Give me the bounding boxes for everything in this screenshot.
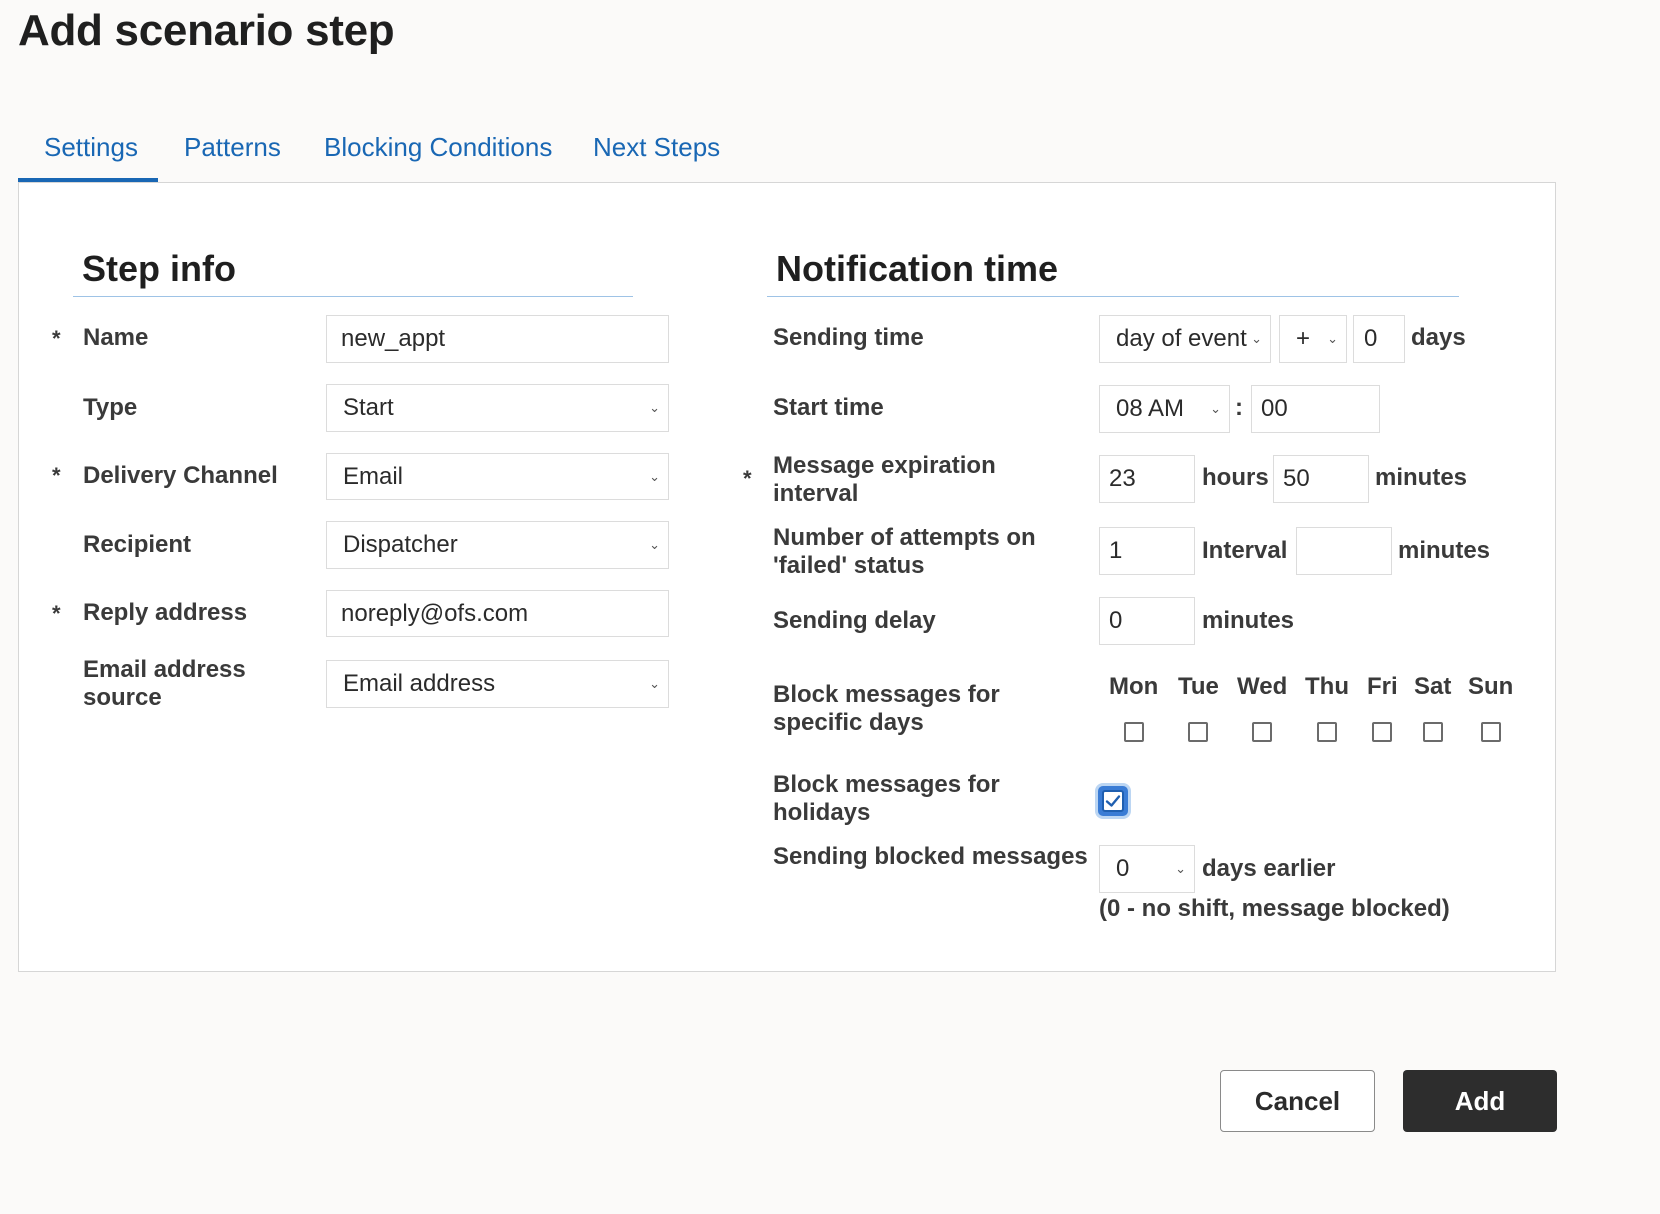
interval-unit: minutes	[1398, 537, 1491, 564]
step-info-divider	[73, 296, 633, 297]
type-label: Type	[83, 394, 138, 421]
expiration-label: Message expiration interval	[773, 452, 996, 508]
sending-time-label: Sending time	[773, 324, 924, 351]
sending-time-unit: days	[1411, 324, 1466, 351]
block-holidays-label-line1: Block messages for	[773, 771, 1000, 798]
delivery-channel-value: Email	[343, 462, 404, 490]
expiration-hours-input[interactable]	[1099, 455, 1195, 503]
chevron-down-icon: ⌄	[649, 468, 660, 484]
tab-settings[interactable]: Settings	[44, 132, 138, 163]
sending-time-base-select[interactable]: day of event ⌄	[1099, 315, 1271, 363]
expiration-minutes-unit: minutes	[1375, 464, 1468, 491]
sending-time-sign-select[interactable]: + ⌄	[1279, 315, 1347, 363]
interval-input[interactable]	[1296, 527, 1392, 575]
name-input[interactable]	[326, 315, 669, 363]
sending-delay-input[interactable]	[1099, 597, 1195, 645]
sending-time-sign-value: +	[1296, 325, 1311, 352]
attempts-input[interactable]	[1099, 527, 1195, 575]
required-marker: *	[52, 601, 61, 626]
tab-blocking-conditions[interactable]: Blocking Conditions	[324, 132, 552, 163]
page-title: Add scenario step	[18, 6, 395, 55]
delivery-channel-select[interactable]: Email ⌄	[326, 453, 669, 500]
block-days-label-line2: specific days	[773, 709, 924, 736]
block-days-label: Block messages for specific days	[773, 681, 1000, 737]
sending-delay-unit: minutes	[1202, 607, 1295, 634]
blocked-sending-value: 0	[1116, 855, 1130, 882]
blocked-sending-note: (0 - no shift, message blocked)	[1099, 895, 1450, 922]
blocked-sending-select[interactable]: 0 ⌄	[1099, 845, 1195, 893]
expiration-label-line2: interval	[773, 480, 859, 507]
block-holidays-label-line2: holidays	[773, 799, 871, 826]
chevron-down-icon: ⌄	[649, 400, 660, 415]
start-time-label: Start time	[773, 394, 884, 421]
day-label-tue: Tue	[1178, 673, 1219, 700]
reply-address-input[interactable]	[326, 590, 669, 637]
checkbox-sat[interactable]	[1423, 722, 1443, 742]
expiration-hours-unit: hours	[1202, 464, 1269, 491]
checkbox-mon[interactable]	[1124, 722, 1144, 742]
day-label-sat: Sat	[1414, 673, 1452, 700]
type-select[interactable]: Start ⌄	[326, 384, 669, 432]
recipient-label: Recipient	[83, 531, 192, 558]
delivery-channel-label: Delivery Channel	[83, 462, 278, 489]
expiration-minutes-input[interactable]	[1273, 455, 1369, 503]
day-label-wed: Wed	[1237, 673, 1288, 700]
notification-time-divider	[767, 296, 1459, 297]
checkbox-fri[interactable]	[1372, 722, 1392, 742]
day-label-sun: Sun	[1468, 673, 1514, 700]
sending-delay-label: Sending delay	[773, 607, 936, 634]
type-select-value: Start	[343, 394, 394, 421]
required-marker: *	[743, 466, 752, 491]
block-holidays-label: Block messages for holidays	[773, 771, 1000, 827]
add-button[interactable]: Add	[1403, 1070, 1557, 1132]
day-label-fri: Fri	[1367, 673, 1398, 700]
blocked-sending-label: Sending blocked messages	[773, 843, 1088, 870]
block-holidays-checkbox[interactable]	[1098, 786, 1128, 816]
attempts-label-line2: 'failed' status	[773, 552, 925, 579]
chevron-down-icon: ⌄	[1327, 331, 1338, 346]
notification-time-title: Notification time	[776, 248, 1059, 289]
day-label-mon: Mon	[1109, 673, 1159, 700]
tab-next-steps[interactable]: Next Steps	[593, 132, 720, 163]
email-source-label-line1: Email address	[83, 656, 246, 683]
email-source-select-value: Email address	[343, 670, 496, 697]
chevron-down-icon: ⌄	[649, 537, 660, 552]
attempts-label: Number of attempts on 'failed' status	[773, 524, 1036, 580]
time-separator: :	[1235, 394, 1243, 421]
chevron-down-icon: ⌄	[649, 676, 660, 691]
expiration-label-line1: Message expiration	[773, 452, 996, 479]
checkbox-wed[interactable]	[1252, 722, 1272, 742]
name-label: Name	[83, 324, 149, 351]
checkbox-tue[interactable]	[1188, 722, 1208, 742]
required-marker: *	[52, 463, 61, 488]
block-days-label-line1: Block messages for	[773, 681, 1000, 708]
start-time-minute-input[interactable]	[1251, 385, 1380, 433]
step-info-title: Step info	[82, 248, 236, 289]
interval-label: Interval	[1202, 537, 1288, 564]
chevron-down-icon: ⌄	[1210, 401, 1221, 416]
checkmark-icon	[1105, 795, 1121, 807]
email-source-label-line2: source	[83, 684, 162, 711]
sending-time-offset-input[interactable]	[1353, 315, 1405, 363]
checkbox-thu[interactable]	[1317, 722, 1337, 742]
cancel-button[interactable]: Cancel	[1220, 1070, 1375, 1132]
email-source-label: Email address source	[83, 656, 246, 712]
recipient-select[interactable]: Dispatcher ⌄	[326, 521, 669, 569]
tab-patterns[interactable]: Patterns	[184, 132, 281, 163]
blocked-sending-unit: days earlier	[1202, 855, 1336, 882]
start-time-hour-value: 08 AM	[1116, 395, 1185, 422]
recipient-select-value: Dispatcher	[343, 531, 458, 558]
sending-time-base-value: day of event	[1116, 325, 1247, 352]
email-source-select[interactable]: Email address ⌄	[326, 660, 669, 708]
start-time-hour-select[interactable]: 08 AM ⌄	[1099, 385, 1230, 433]
reply-address-label: Reply address	[83, 599, 248, 626]
day-label-thu: Thu	[1305, 673, 1349, 700]
chevron-down-icon: ⌄	[1175, 861, 1186, 876]
checkbox-sun[interactable]	[1481, 722, 1501, 742]
required-marker: *	[52, 326, 61, 351]
chevron-down-icon: ⌄	[1251, 331, 1262, 346]
attempts-label-line1: Number of attempts on	[773, 524, 1036, 551]
